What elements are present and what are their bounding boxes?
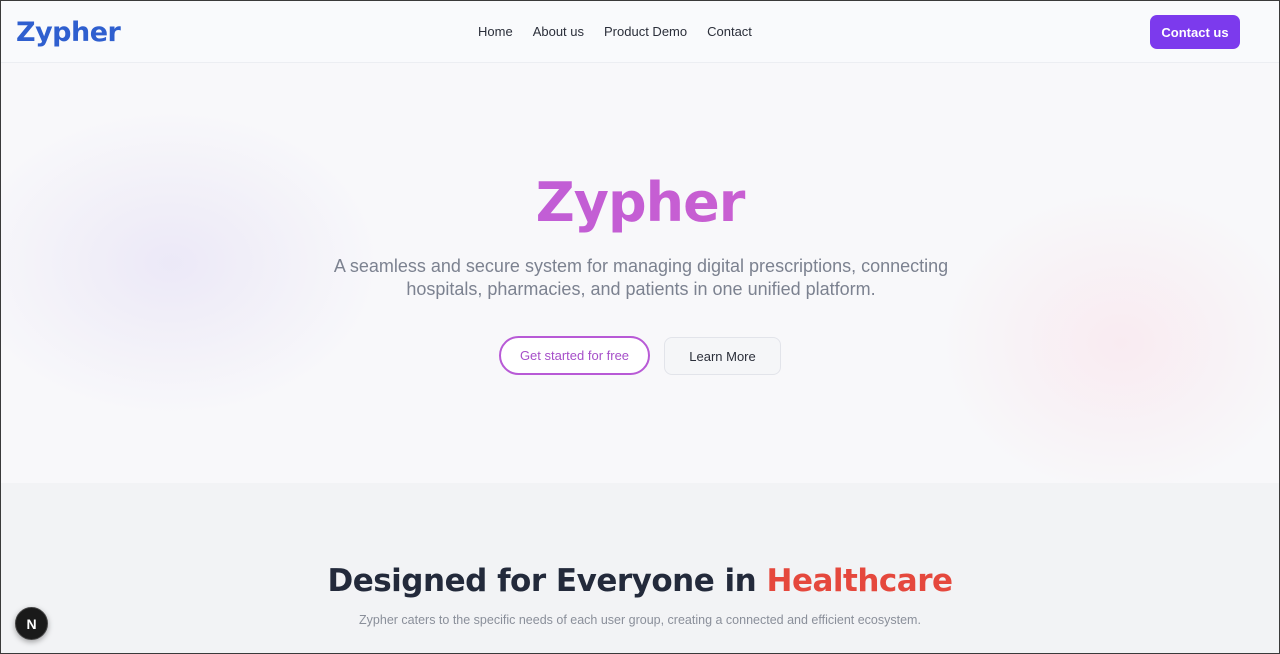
logo[interactable]: Zypher bbox=[16, 17, 121, 48]
section-title-main: Designed for Everyone in bbox=[327, 563, 767, 599]
nextjs-icon[interactable]: N bbox=[15, 607, 48, 640]
learn-more-button[interactable]: Learn More bbox=[664, 337, 781, 375]
hero-section: Zypher A seamless and secure system for … bbox=[1, 63, 1279, 483]
nav-about-link[interactable]: About us bbox=[533, 24, 584, 39]
hero-title: Zypher bbox=[1, 171, 1279, 234]
section-title: Designed for Everyone in Healthcare bbox=[1, 563, 1279, 599]
nav-product-demo-link[interactable]: Product Demo bbox=[604, 24, 687, 39]
contact-us-button[interactable]: Contact us bbox=[1150, 15, 1240, 49]
audience-section: Designed for Everyone in Healthcare Zyph… bbox=[1, 483, 1279, 653]
section-title-accent: Healthcare bbox=[766, 563, 954, 599]
page: Zypher Home About us Product Demo Contac… bbox=[0, 0, 1280, 654]
nav-contact-link[interactable]: Contact bbox=[707, 24, 752, 39]
hero-subtitle: A seamless and secure system for managin… bbox=[333, 256, 949, 299]
nav-home-link[interactable]: Home bbox=[478, 24, 513, 39]
section-subtitle: Zypher caters to the specific needs of e… bbox=[359, 613, 921, 627]
get-started-button[interactable]: Get started for free bbox=[499, 336, 650, 375]
main-nav: Home About us Product Demo Contact bbox=[478, 24, 752, 39]
site-header: Zypher Home About us Product Demo Contac… bbox=[1, 1, 1279, 63]
badge-label: N bbox=[26, 615, 37, 632]
